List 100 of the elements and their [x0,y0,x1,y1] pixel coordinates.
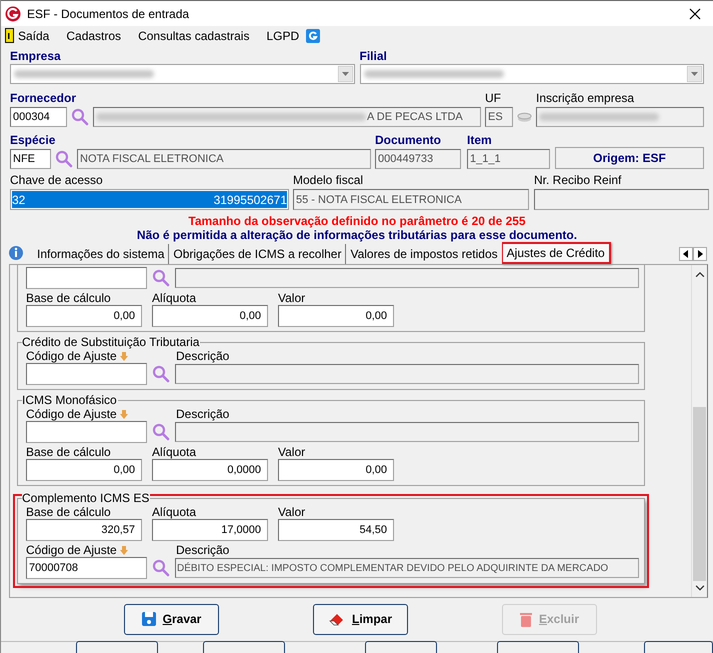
down-arrow-icon [120,546,128,555]
item-field[interactable]: 1_1_1 [467,149,550,170]
app-badge-icon[interactable] [306,28,320,43]
close-icon[interactable] [689,8,701,20]
field-label: Código de Ajuste [26,407,117,422]
origin-label: Origem: ESF [555,147,704,170]
trash-icon [518,611,533,628]
search-icon[interactable] [71,108,89,126]
code-field[interactable] [26,363,147,386]
field-label: UF [485,91,502,106]
eraser-icon [328,611,346,628]
description-field[interactable] [175,268,639,288]
access-key-field[interactable]: 32 31995502671 [10,189,289,210]
field-label: Fornecedor [10,91,78,106]
code-field[interactable] [26,267,147,290]
warning-message: Tamanho da observação definido no parâmetro é 20 de 255 [188,214,526,228]
group-title: Crédito de Substituição Tributaria [22,335,200,350]
button-edge [644,640,713,653]
supplier-name-field[interactable]: A DE PECAS LTDA [93,107,481,128]
field-label: Base de cálculo [26,291,111,306]
menu-item[interactable]: Saída [18,26,50,45]
field-label: Empresa [10,49,62,64]
description-field[interactable]: DÉBITO ESPECIAL: IMPOSTO COMPLEMENTAR DEVIDO PELO ADQUIRINTE DA MERCADO [175,558,639,578]
number-field[interactable]: 17,0000 [152,519,268,542]
document-field[interactable]: 000449733 [375,149,461,170]
right-arrow-icon [697,250,703,258]
field-label: Valor [278,505,306,520]
search-icon[interactable] [152,365,170,384]
menu-item[interactable]: Cadastros [66,26,122,45]
field-label: Alíquota [152,505,196,520]
number-field[interactable]: 0,00 [26,305,142,328]
field-label: Descrição [176,543,230,558]
company-dropdown[interactable] [10,64,354,84]
tab[interactable]: Ajustes de Crédito [502,242,611,264]
info-icon [7,245,25,262]
app-logo-icon [5,6,21,22]
state-field[interactable]: ES [485,107,513,128]
registration-field[interactable] [536,107,704,128]
field-label: Espécie [10,133,56,148]
number-field[interactable]: 0,00 [26,459,142,482]
number-field[interactable]: 0,00 [278,305,394,328]
search-icon[interactable] [152,423,170,442]
scroll-left-button[interactable] [679,247,693,262]
clear-button[interactable]: Limpar [312,604,408,635]
field-label: Descrição [176,407,230,422]
scrollbar-thumb[interactable] [693,407,706,582]
fiscal-model-field[interactable]: 55 - NOTA FISCAL ELETRONICA [293,189,529,210]
field-label: Filial [360,49,388,64]
window-title: ESF - Documentos de entrada [27,6,190,23]
down-arrow-icon [120,352,128,361]
supplier-code-field[interactable]: 000304 [10,107,67,128]
warning-message: Não é permitida a alteração de informações tributárias para esse documento. [136,228,578,242]
description-field[interactable] [175,364,639,384]
field-label: Valor [278,291,306,306]
field-label: Base de cálculo [26,445,111,460]
receipt-number-field[interactable] [534,189,709,210]
scrollbar[interactable] [691,265,707,597]
field-label: Alíquota [152,445,196,460]
tab[interactable]: Informações do sistema [33,244,168,264]
code-field[interactable] [26,421,147,444]
save-button[interactable]: Gravar [124,604,218,635]
search-icon[interactable] [152,269,170,288]
dropdown-arrow-icon[interactable] [338,66,352,82]
search-icon[interactable] [55,150,73,168]
field-label: Valor [278,445,306,460]
field-label: Código de Ajuste [26,349,117,364]
code-field[interactable]: 70000708 [26,557,147,580]
field-label: Código de Ajuste [26,543,117,558]
field-label: Descrição [176,349,230,364]
species-code-field[interactable]: NFE [10,149,51,170]
field-label: Chave de acesso [10,173,104,188]
exit-door-icon [5,28,14,44]
number-field[interactable]: 0,00 [278,459,394,482]
left-arrow-icon [683,250,689,258]
access-key-end: 31995502671 [214,192,287,209]
species-name-field[interactable]: NOTA FISCAL ELETRONICA [77,149,371,170]
field-label: Documento [375,133,442,148]
number-field[interactable]: 0,0000 [152,459,268,482]
group-title: Complemento ICMS ES [22,491,150,506]
menu-item[interactable]: LGPD [266,26,300,45]
field-label: Modelo fiscal [293,173,364,188]
field-label: Base de cálculo [26,505,111,520]
field-label: Alíquota [152,291,196,306]
supplier-name: A DE PECAS LTDA [367,110,463,126]
dropdown-arrow-icon[interactable] [687,66,702,82]
scroll-right-button[interactable] [693,247,707,262]
group-title: ICMS Monofásico [22,393,118,408]
search-icon[interactable] [152,559,170,578]
number-field[interactable]: 320,57 [26,519,142,542]
number-field[interactable]: 54,50 [278,519,394,542]
number-field[interactable]: 0,00 [152,305,268,328]
field-label: Inscrição empresa [536,91,636,106]
button-edge [365,640,437,653]
field-label: Nr. Recibo Reinf [534,173,622,188]
company-dropdown[interactable] [360,64,704,84]
down-arrow-icon [120,410,128,419]
field-label: Item [467,133,493,148]
menu-item[interactable]: Consultas cadastrais [138,26,250,45]
description-field[interactable] [175,422,639,442]
tab[interactable]: Obrigações de ICMS a recolher [168,244,346,264]
